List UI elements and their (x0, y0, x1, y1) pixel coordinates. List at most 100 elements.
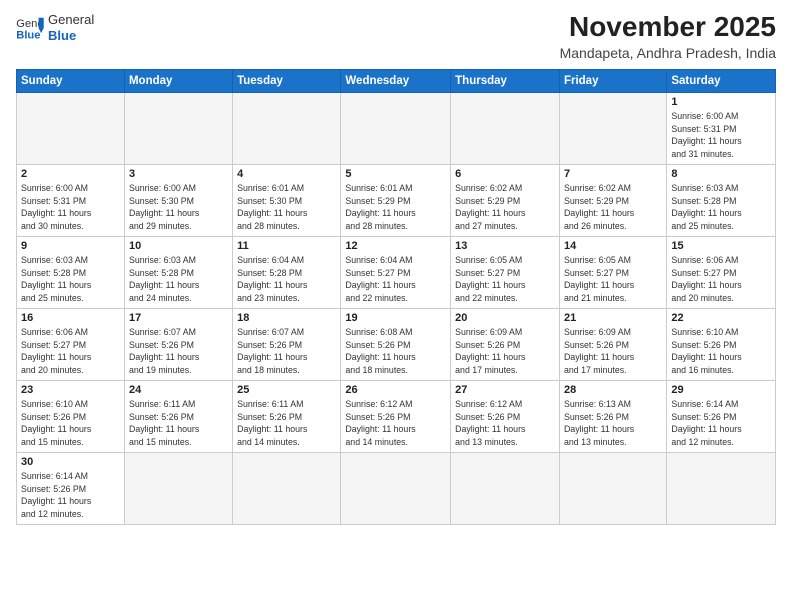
day-number: 5 (345, 168, 446, 180)
calendar-cell: 3Sunrise: 6:00 AM Sunset: 5:30 PM Daylig… (124, 164, 232, 236)
calendar-cell: 6 Sunrise: 6:02 AM Sunset: 5:29 PM Daylig… (451, 164, 560, 236)
calendar-cell: 30 Sunrise: 6:14 AM Sunset: 5:26 PM Dayli… (17, 452, 125, 524)
calendar-cell (124, 92, 232, 164)
day-number: 2 (21, 168, 120, 180)
calendar-cell: 24Sunrise: 6:11 AM Sunset: 5:26 PM Dayli… (124, 380, 232, 452)
day-number: 7 (564, 168, 662, 180)
day-info: Sunrise: 6:14 AM Sunset: 5:26 PM Dayligh… (671, 398, 771, 449)
day-info: Sunrise: 6:10 AM Sunset: 5:26 PM Dayligh… (21, 398, 120, 449)
day-info: Sunrise: 6:05 AM Sunset: 5:27 PM Dayligh… (455, 254, 555, 305)
week-row-4: 16Sunrise: 6:06 AM Sunset: 5:27 PM Dayli… (17, 308, 776, 380)
calendar-cell: 11 Sunrise: 6:04 AM Sunset: 5:28 PM Dayli… (233, 236, 341, 308)
calendar-cell (233, 92, 341, 164)
day-number: 8 (671, 168, 771, 180)
day-number: 13 (455, 240, 555, 252)
calendar-cell: 17 Sunrise: 6:07 AM Sunset: 5:26 PM Dayli… (124, 308, 232, 380)
day-info: Sunrise: 6:09 AM Sunset: 5:26 PM Dayligh… (564, 326, 662, 377)
day-number: 16 (21, 312, 120, 324)
day-info: Sunrise: 6:08 AM Sunset: 5:26 PM Dayligh… (345, 326, 446, 377)
svg-text:Blue: Blue (16, 29, 40, 40)
weekday-header-friday: Friday (559, 69, 666, 92)
month-title: November 2025 (560, 12, 776, 43)
day-info: Sunrise: 6:12 AM Sunset: 5:26 PM Dayligh… (345, 398, 446, 449)
weekday-header-thursday: Thursday (451, 69, 560, 92)
day-info: Sunrise: 6:02 AM Sunset: 5:29 PM Dayligh… (564, 182, 662, 233)
day-number: 30 (21, 456, 120, 468)
day-info: Sunrise: 6:03 AM Sunset: 5:28 PM Dayligh… (671, 182, 771, 233)
day-number: 9 (21, 240, 120, 252)
day-number: 22 (671, 312, 771, 324)
calendar-cell (124, 452, 232, 524)
day-number: 21 (564, 312, 662, 324)
calendar-cell (17, 92, 125, 164)
calendar-cell: 8 Sunrise: 6:03 AM Sunset: 5:28 PM Daylig… (667, 164, 776, 236)
day-number: 17 (129, 312, 228, 324)
calendar-cell: 23Sunrise: 6:10 AM Sunset: 5:26 PM Dayli… (17, 380, 125, 452)
calendar-cell: 9 Sunrise: 6:03 AM Sunset: 5:28 PM Daylig… (17, 236, 125, 308)
calendar-cell: 1Sunrise: 6:00 AM Sunset: 5:31 PM Daylig… (667, 92, 776, 164)
weekday-header-wednesday: Wednesday (341, 69, 451, 92)
day-number: 18 (237, 312, 336, 324)
calendar-cell: 21 Sunrise: 6:09 AM Sunset: 5:26 PM Dayli… (559, 308, 666, 380)
day-info: Sunrise: 6:13 AM Sunset: 5:26 PM Dayligh… (564, 398, 662, 449)
calendar-cell: 20Sunrise: 6:09 AM Sunset: 5:26 PM Dayli… (451, 308, 560, 380)
calendar-table: SundayMondayTuesdayWednesdayThursdayFrid… (16, 69, 776, 525)
day-number: 27 (455, 384, 555, 396)
day-number: 28 (564, 384, 662, 396)
day-info: Sunrise: 6:04 AM Sunset: 5:27 PM Dayligh… (345, 254, 446, 305)
calendar-cell: 25Sunrise: 6:11 AM Sunset: 5:26 PM Dayli… (233, 380, 341, 452)
day-info: Sunrise: 6:07 AM Sunset: 5:26 PM Dayligh… (129, 326, 228, 377)
weekday-header-tuesday: Tuesday (233, 69, 341, 92)
calendar-cell (667, 452, 776, 524)
calendar-cell: 22 Sunrise: 6:10 AM Sunset: 5:26 PM Dayli… (667, 308, 776, 380)
day-info: Sunrise: 6:02 AM Sunset: 5:29 PM Dayligh… (455, 182, 555, 233)
weekday-header-sunday: Sunday (17, 69, 125, 92)
calendar-cell (451, 452, 560, 524)
week-row-1: 1Sunrise: 6:00 AM Sunset: 5:31 PM Daylig… (17, 92, 776, 164)
calendar-cell: 7 Sunrise: 6:02 AM Sunset: 5:29 PM Daylig… (559, 164, 666, 236)
day-number: 4 (237, 168, 336, 180)
calendar-cell: 16Sunrise: 6:06 AM Sunset: 5:27 PM Dayli… (17, 308, 125, 380)
day-info: Sunrise: 6:00 AM Sunset: 5:31 PM Dayligh… (21, 182, 120, 233)
day-info: Sunrise: 6:06 AM Sunset: 5:27 PM Dayligh… (671, 254, 771, 305)
calendar-cell: 5Sunrise: 6:01 AM Sunset: 5:29 PM Daylig… (341, 164, 451, 236)
weekday-header-monday: Monday (124, 69, 232, 92)
day-number: 20 (455, 312, 555, 324)
calendar-cell: 28 Sunrise: 6:13 AM Sunset: 5:26 PM Dayli… (559, 380, 666, 452)
calendar-cell (341, 92, 451, 164)
day-info: Sunrise: 6:11 AM Sunset: 5:26 PM Dayligh… (129, 398, 228, 449)
day-info: Sunrise: 6:14 AM Sunset: 5:26 PM Dayligh… (21, 470, 120, 521)
calendar-page: General Blue General Blue November 2025 … (0, 0, 792, 612)
calendar-cell: 13 Sunrise: 6:05 AM Sunset: 5:27 PM Dayli… (451, 236, 560, 308)
logo-blue-text: Blue (48, 28, 94, 44)
calendar-cell: 2 Sunrise: 6:00 AM Sunset: 5:31 PM Daylig… (17, 164, 125, 236)
calendar-cell: 27 Sunrise: 6:12 AM Sunset: 5:26 PM Dayli… (451, 380, 560, 452)
day-info: Sunrise: 6:03 AM Sunset: 5:28 PM Dayligh… (21, 254, 120, 305)
day-number: 6 (455, 168, 555, 180)
week-row-2: 2 Sunrise: 6:00 AM Sunset: 5:31 PM Daylig… (17, 164, 776, 236)
day-info: Sunrise: 6:10 AM Sunset: 5:26 PM Dayligh… (671, 326, 771, 377)
day-number: 1 (671, 96, 771, 108)
calendar-cell: 18 Sunrise: 6:07 AM Sunset: 5:26 PM Dayli… (233, 308, 341, 380)
header: General Blue General Blue November 2025 … (16, 12, 776, 61)
calendar-cell: 26 Sunrise: 6:12 AM Sunset: 5:26 PM Dayli… (341, 380, 451, 452)
week-row-6: 30 Sunrise: 6:14 AM Sunset: 5:26 PM Dayli… (17, 452, 776, 524)
calendar-cell (341, 452, 451, 524)
calendar-cell (451, 92, 560, 164)
logo-general-text: General (48, 12, 94, 28)
day-info: Sunrise: 6:07 AM Sunset: 5:26 PM Dayligh… (237, 326, 336, 377)
day-number: 12 (345, 240, 446, 252)
calendar-cell: 10Sunrise: 6:03 AM Sunset: 5:28 PM Dayli… (124, 236, 232, 308)
weekday-header-row: SundayMondayTuesdayWednesdayThursdayFrid… (17, 69, 776, 92)
day-info: Sunrise: 6:04 AM Sunset: 5:28 PM Dayligh… (237, 254, 336, 305)
logo-icon: General Blue (16, 16, 44, 40)
week-row-5: 23Sunrise: 6:10 AM Sunset: 5:26 PM Dayli… (17, 380, 776, 452)
calendar-cell: 12 Sunrise: 6:04 AM Sunset: 5:27 PM Dayli… (341, 236, 451, 308)
day-info: Sunrise: 6:12 AM Sunset: 5:26 PM Dayligh… (455, 398, 555, 449)
day-number: 11 (237, 240, 336, 252)
day-number: 26 (345, 384, 446, 396)
week-row-3: 9 Sunrise: 6:03 AM Sunset: 5:28 PM Daylig… (17, 236, 776, 308)
calendar-cell: 15Sunrise: 6:06 AM Sunset: 5:27 PM Dayli… (667, 236, 776, 308)
calendar-cell: 19Sunrise: 6:08 AM Sunset: 5:26 PM Dayli… (341, 308, 451, 380)
calendar-cell: 29Sunrise: 6:14 AM Sunset: 5:26 PM Dayli… (667, 380, 776, 452)
